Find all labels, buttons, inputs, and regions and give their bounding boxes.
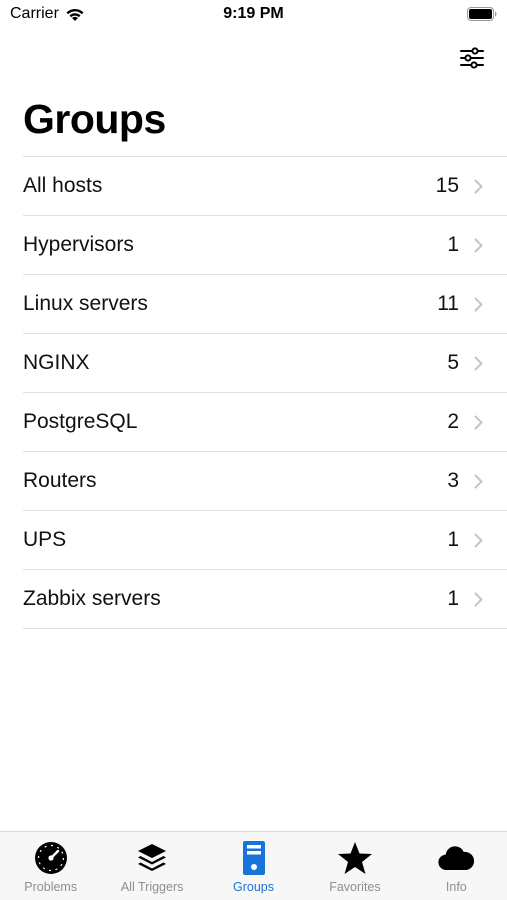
chevron-right-icon	[474, 592, 483, 607]
status-time: 9:19 PM	[223, 5, 284, 22]
group-list: All hosts 15 Hypervisors 1 Linux servers…	[23, 156, 507, 629]
group-count: 15	[435, 174, 459, 197]
group-name: Routers	[23, 469, 97, 492]
group-name: Zabbix servers	[23, 587, 161, 610]
group-row-zabbix-servers[interactable]: Zabbix servers 1	[23, 570, 507, 629]
group-name: Linux servers	[23, 292, 148, 315]
chevron-right-icon	[474, 356, 483, 371]
group-count: 1	[447, 528, 459, 551]
tab-groups[interactable]: Groups	[203, 832, 304, 900]
group-count: 11	[437, 292, 459, 315]
group-name: UPS	[23, 528, 67, 551]
chevron-right-icon	[474, 533, 483, 548]
chevron-right-icon	[474, 297, 483, 312]
tab-all-triggers[interactable]: All Triggers	[101, 832, 202, 900]
tab-label: All Triggers	[120, 880, 184, 894]
battery-icon	[467, 7, 497, 21]
group-count: 3	[447, 469, 459, 492]
chevron-right-icon	[474, 474, 483, 489]
sliders-icon	[460, 47, 484, 69]
filter-button[interactable]	[459, 46, 485, 70]
group-name: PostgreSQL	[23, 410, 138, 433]
group-name: Hypervisors	[23, 233, 134, 256]
tab-favorites[interactable]: Favorites	[304, 832, 405, 900]
group-row-linux-servers[interactable]: Linux servers 11	[23, 275, 507, 334]
status-bar: Carrier 9:19 PM	[0, 0, 507, 32]
server-icon	[242, 841, 265, 875]
group-count: 1	[447, 587, 459, 610]
chevron-right-icon	[474, 179, 483, 194]
tab-label: Groups	[233, 880, 275, 894]
group-name: All hosts	[23, 174, 103, 197]
group-row-ups[interactable]: UPS 1	[23, 511, 507, 570]
tab-label: Problems	[24, 880, 78, 894]
chevron-right-icon	[474, 415, 483, 430]
tab-info[interactable]: Info	[406, 832, 507, 900]
group-count: 2	[447, 410, 459, 433]
tab-label: Info	[445, 880, 467, 894]
layers-icon	[138, 844, 167, 871]
group-count: 5	[447, 351, 459, 374]
star-icon	[337, 842, 372, 874]
cloud-icon	[438, 846, 475, 871]
group-row-hypervisors[interactable]: Hypervisors 1	[23, 216, 507, 275]
tab-problems[interactable]: Problems	[0, 832, 101, 900]
page-title: Groups	[23, 96, 166, 142]
screen: Carrier 9:19 PM Groups All hosts 15 Hype…	[0, 0, 507, 900]
group-row-all-hosts[interactable]: All hosts 15	[23, 157, 507, 216]
chevron-right-icon	[474, 238, 483, 253]
tab-label: Favorites	[329, 880, 381, 894]
group-count: 1	[447, 233, 459, 256]
gauge-icon	[34, 842, 67, 874]
group-row-routers[interactable]: Routers 3	[23, 452, 507, 511]
group-name: NGINX	[23, 351, 90, 374]
group-row-postgresql[interactable]: PostgreSQL 2	[23, 393, 507, 452]
tab-bar: Problems All Triggers Groups Favorites I…	[0, 831, 507, 900]
group-row-nginx[interactable]: NGINX 5	[23, 334, 507, 393]
